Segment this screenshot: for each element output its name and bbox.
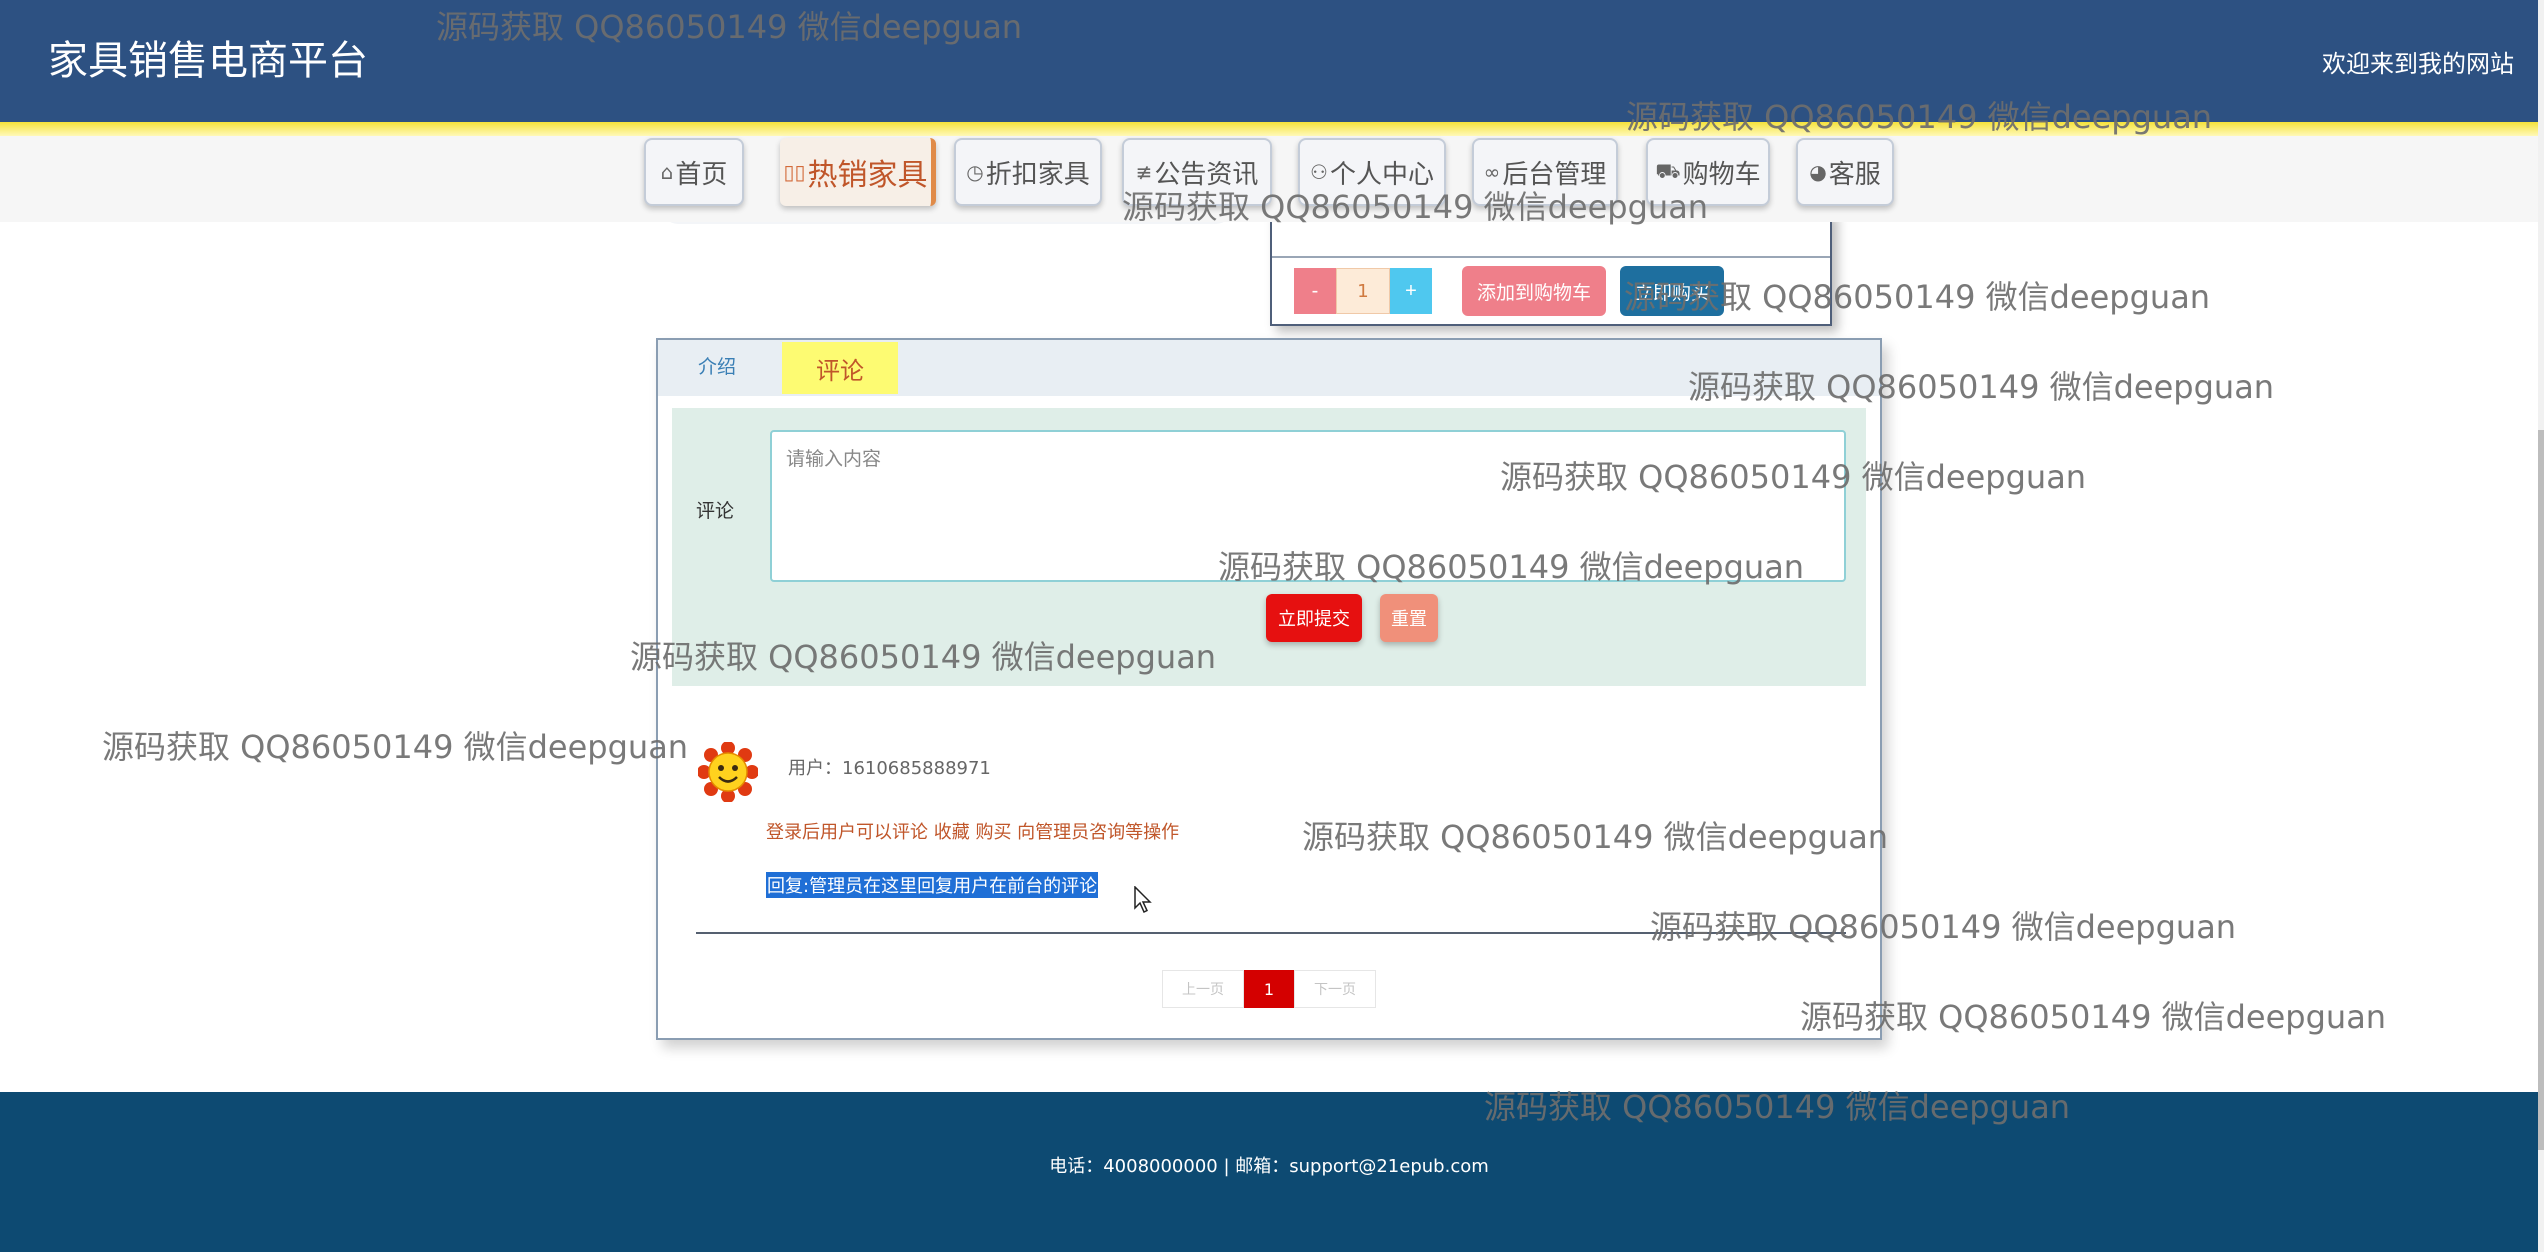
nav-item-hot-furniture[interactable]: ▯▯ 热销家具: [780, 138, 936, 206]
quantity-minus-button[interactable]: -: [1294, 268, 1336, 314]
comment-reply: 回复:管理员在这里回复用户在前台的评论: [766, 872, 1099, 898]
mouse-cursor-icon: [1134, 886, 1152, 914]
nav-label: 客服: [1828, 159, 1881, 190]
welcome-text: 欢迎来到我的网站: [2322, 50, 2514, 78]
avatar: [698, 742, 758, 802]
page-number-current[interactable]: 1: [1244, 970, 1294, 1008]
watermark: 源码获取 QQ86050149 微信deepguan: [1800, 998, 2387, 1036]
site-header: [0, 0, 2538, 122]
nav-item-cart[interactable]: ⛟ 购物车: [1646, 138, 1770, 206]
nav-item-admin[interactable]: ∞ 后台管理: [1472, 138, 1618, 206]
cart-icon: ⛟: [1655, 158, 1681, 183]
nav-item-news[interactable]: ≢ 公告资讯: [1122, 138, 1272, 206]
comment-text: 登录后用户可以评论 收藏 购买 向管理员咨询等操作: [766, 822, 1180, 843]
header-stripe: [0, 122, 2538, 136]
reset-button[interactable]: 重置: [1380, 594, 1438, 642]
sliders-icon: ≢: [1135, 160, 1153, 184]
comment-user: 用户：1610685888971: [788, 758, 991, 779]
nav-label: 折扣家具: [985, 159, 1090, 190]
comment-divider: [696, 932, 1846, 934]
purchase-panel: - + 添加到购物车 立即购买: [1270, 210, 1832, 326]
nav-label: 后台管理: [1502, 159, 1607, 190]
link-icon: ∞: [1483, 160, 1501, 184]
nav-item-support[interactable]: ◕ 客服: [1796, 138, 1894, 206]
nav-label: 公告资讯: [1154, 159, 1259, 190]
quantity-plus-button[interactable]: +: [1390, 268, 1432, 314]
nav-item-discount-furniture[interactable]: ◷ 折扣家具: [954, 138, 1102, 206]
comment-card: 介绍 评论 评论 立即提交 重置 用户：1610685888971 登录后用户可…: [656, 338, 1882, 1040]
nav-item-home[interactable]: ⌂ 首页: [644, 138, 744, 206]
add-to-cart-button[interactable]: 添加到购物车: [1462, 266, 1606, 316]
tab-intro[interactable]: 介绍: [698, 352, 736, 379]
submit-button[interactable]: 立即提交: [1266, 594, 1362, 642]
nav-label: 热销家具: [807, 158, 928, 193]
clock-icon: ◷: [966, 160, 984, 184]
nav-item-personal-center[interactable]: ⚇ 个人中心: [1298, 138, 1446, 206]
nav-label: 购物车: [1682, 159, 1761, 190]
comment-label: 评论: [696, 500, 735, 522]
buy-now-button[interactable]: 立即购买: [1620, 266, 1724, 316]
user-icon: ⚇: [1310, 160, 1328, 184]
nav-label: 首页: [675, 159, 728, 190]
quantity-input[interactable]: [1336, 268, 1390, 314]
next-page-button[interactable]: 下一页: [1294, 970, 1376, 1008]
footer-contact: 电话：4008000000 | 邮箱：support@21epub.com: [1049, 1156, 1489, 1177]
tab-comment[interactable]: 评论: [782, 342, 898, 394]
chat-icon: ◕: [1809, 160, 1827, 184]
comment-input[interactable]: [770, 430, 1846, 582]
tab-bar: 介绍 评论: [658, 340, 1880, 396]
watermark: 源码获取 QQ86050149 微信deepguan: [102, 728, 689, 766]
purchase-divider: [1272, 256, 1830, 258]
scrollbar-thumb[interactable]: [2538, 430, 2544, 1150]
comment-form: 评论 立即提交 重置: [672, 408, 1866, 686]
nav-label: 个人中心: [1329, 159, 1434, 190]
site-title[interactable]: 家具销售电商平台: [48, 28, 368, 86]
prev-page-button[interactable]: 上一页: [1162, 970, 1244, 1008]
home-icon: ⌂: [660, 160, 674, 184]
hot-icon: ▯▯: [783, 160, 806, 184]
